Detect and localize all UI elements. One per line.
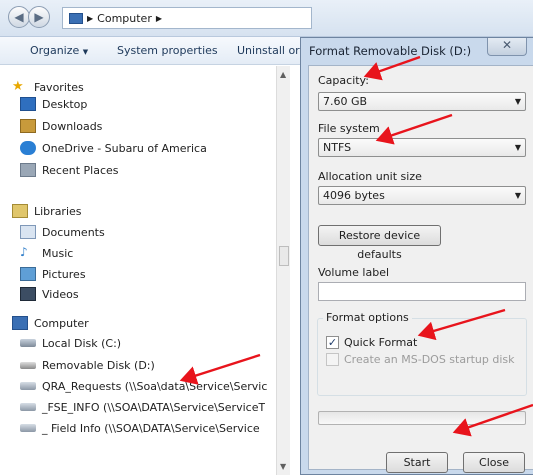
format-options-group: Format options ✓ Quick Format Create an … [317,311,527,396]
breadcrumb-separator-icon: ▶ [155,13,162,23]
forward-button[interactable]: ▶ [28,6,50,28]
nav-item[interactable]: Local Disk (C:) [0,334,121,352]
nav-item-label: _ Field Info (\\SOA\DATA\Service\Service [42,421,260,435]
system-properties-button[interactable]: System properties [117,44,218,57]
address-bar-area: ◀ ▶ ▶ Computer ▶ [0,0,533,37]
file-system-label: File system [318,122,380,135]
chevron-down-icon: ▼ [514,97,521,106]
network-drive-icon [20,382,36,390]
nav-item[interactable]: Documents [0,223,105,241]
breadcrumb-computer[interactable]: Computer [97,12,152,25]
allocation-unit-label: Allocation unit size [318,170,422,183]
back-button[interactable]: ◀ [8,6,30,28]
capacity-select[interactable]: 7.60 GB ▼ [318,92,526,111]
nav-item-label: Documents [42,225,105,239]
downloads-icon [20,119,36,133]
allocation-unit-value: 4096 bytes [323,189,385,202]
file-system-value: NTFS [323,141,352,154]
start-button[interactable]: Start [386,452,448,473]
uninstall-button[interactable]: Uninstall or c [237,44,309,57]
nav-item[interactable]: Computer [0,314,89,332]
address-box[interactable]: ▶ Computer ▶ [62,7,312,29]
navigation-pane-scrollbar[interactable]: ▲ ▼ [276,66,290,475]
network-drive-icon [20,403,36,411]
computer-small-icon [69,12,83,24]
capacity-value: 7.60 GB [323,95,368,108]
local-disk-icon [20,339,36,347]
nav-item[interactable]: ♪ Music [0,244,73,262]
recent-places-icon [20,163,36,177]
navigation-pane: ★ Favorites Desktop Downloads OneDrive - Sub… [0,66,275,475]
nav-item[interactable]: Removable Disk (D:) [0,356,155,374]
organize-button[interactable]: Organize ▼ [30,44,88,57]
chevron-down-icon: ▼ [514,191,521,200]
network-drive-icon [20,424,36,432]
nav-item-label: Pictures [42,267,86,281]
nav-item-label: Recent Places [42,163,119,177]
nav-item[interactable]: _FSE_INFO (\\SOA\DATA\Service\ServiceT [0,398,265,416]
capacity-label: Capacity: [318,74,369,87]
dialog-title: Format Removable Disk (D:) [309,44,472,58]
pictures-icon [20,267,36,281]
file-system-select[interactable]: NTFS ▼ [318,138,526,157]
removable-disk-icon [20,361,36,369]
nav-item[interactable]: Pictures [0,265,86,283]
cloud-icon [20,141,36,155]
format-options-label: Format options [323,311,412,324]
quick-format-checkbox[interactable]: ✓ Quick Format [326,336,417,349]
allocation-unit-select[interactable]: 4096 bytes ▼ [318,186,526,205]
scroll-up-icon[interactable]: ▲ [280,70,286,79]
volume-label-input[interactable] [318,282,526,301]
libraries-icon [12,204,28,218]
nav-item-label: Favorites [34,80,84,94]
desktop-icon [20,97,36,111]
nav-item[interactable]: OneDrive - Subaru of America [0,139,207,157]
format-dialog: Format Removable Disk (D:) ✕ Capacity: 7… [300,37,533,475]
nav-item-label: Removable Disk (D:) [42,358,155,372]
nav-item-label: Local Disk (C:) [42,336,122,350]
nav-item-label: OneDrive - Subaru of America [42,141,207,155]
nav-item-label: Libraries [34,204,82,218]
restore-defaults-button[interactable]: Restore device defaults [318,225,441,261]
star-icon: ★ [12,79,24,94]
nav-item-label: Downloads [42,119,103,133]
nav-item-label: Desktop [42,97,88,111]
documents-icon [20,225,36,239]
format-progress-bar [318,411,526,425]
nav-item-label: _FSE_INFO (\\SOA\DATA\Service\ServiceT [42,400,266,414]
scroll-down-icon[interactable]: ▼ [280,462,286,471]
music-icon: ♪ [20,245,28,259]
computer-icon [12,316,28,330]
nav-item[interactable]: _ Field Info (\\SOA\DATA\Service\Service [0,419,260,437]
videos-icon [20,287,36,301]
breadcrumb-separator-icon: ▶ [87,13,94,23]
volume-label-caption: Volume label [318,266,390,279]
chevron-down-icon: ▼ [514,143,521,152]
checkmark-icon: ✓ [326,336,339,349]
scrollbar-thumb[interactable] [279,246,289,266]
close-button[interactable]: Close [463,452,525,473]
msdos-startup-label: Create an MS-DOS startup disk [344,353,515,366]
quick-format-label: Quick Format [344,336,418,349]
nav-item-label: QRA_Requests (\\Soa\data\Service\Servic [42,379,268,393]
nav-item[interactable]: Videos [0,285,79,303]
nav-item[interactable]: ★ Favorites [0,78,84,96]
nav-item-label: Music [42,246,74,260]
dialog-close-icon[interactable]: ✕ [487,38,527,56]
nav-item[interactable]: Libraries [0,202,82,220]
nav-item[interactable]: Recent Places [0,161,119,179]
nav-item-label: Computer [34,316,89,330]
dialog-body: Capacity: 7.60 GB ▼ File system NTFS ▼ A… [308,65,533,473]
nav-item[interactable]: Desktop [0,95,87,113]
nav-item-label: Videos [42,287,79,301]
nav-item[interactable]: Downloads [0,117,102,135]
msdos-startup-checkbox[interactable]: Create an MS-DOS startup disk [326,353,515,366]
chevron-down-icon: ▼ [82,48,89,56]
nav-item[interactable]: QRA_Requests (\\Soa\data\Service\Servic [0,377,267,395]
